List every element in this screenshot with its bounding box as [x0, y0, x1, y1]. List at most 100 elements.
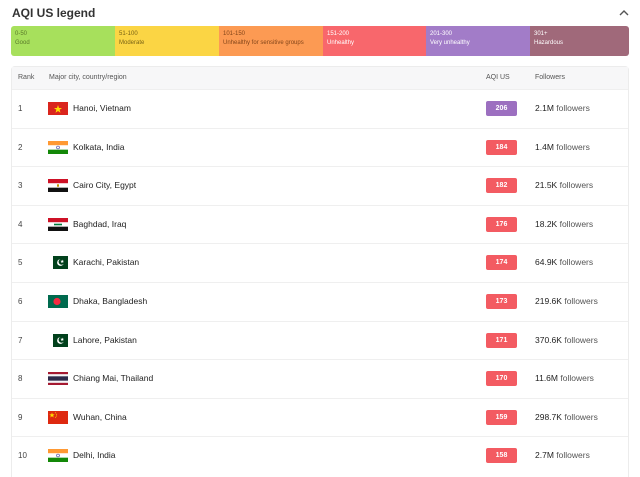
city-link[interactable]: Hanoi, Vietnam: [73, 103, 131, 113]
followers-count: 18.2K followers: [535, 219, 593, 229]
legend-range: 0-50: [15, 31, 28, 37]
aqi-badge: 206: [486, 101, 517, 116]
legend-segment-moderate: 51-100 Moderate: [115, 26, 219, 56]
followers-count: 298.7K followers: [535, 412, 598, 422]
aqi-badge: 159: [486, 409, 517, 425]
row-rank: 6: [18, 297, 23, 306]
followers-number: 298.7K: [535, 411, 562, 422]
header-city: Major city, country/region: [49, 74, 127, 81]
table-row[interactable]: 4 Baghdad, Iraq 176 18.2K followers: [12, 204, 628, 243]
bangladesh-flag-icon: [48, 295, 68, 308]
followers-number: 21.5K: [535, 180, 558, 191]
followers-number: 11.6M: [535, 373, 558, 384]
followers-count: 1.4M followers: [535, 142, 590, 152]
aqi-badge: 182: [486, 178, 517, 194]
china-flag-icon: [48, 410, 68, 424]
city-link[interactable]: Karachi, Pakistan: [73, 257, 139, 267]
city-link[interactable]: Delhi, India: [73, 450, 116, 460]
followers-count: 2.7M followers: [535, 450, 590, 460]
followers-suffix: followers: [556, 141, 590, 152]
followers-suffix: followers: [556, 450, 590, 461]
row-rank: 1: [18, 104, 23, 113]
row-rank: 5: [18, 258, 23, 268]
row-rank: 4: [18, 219, 23, 229]
legend-title: AQI US legend: [12, 6, 96, 20]
india-flag-icon: [48, 140, 68, 154]
city-ranking-table: Rank Major city, country/region AQI US F…: [11, 66, 629, 477]
header-aqi: AQI US: [486, 74, 510, 81]
table-row[interactable]: 8 Chiang Mai, Thailand 170 11.6M followers: [12, 359, 628, 397]
row-rank: 10: [18, 451, 27, 461]
aqi-badge: 173: [486, 294, 517, 309]
table-row[interactable]: 1 Hanoi, Vietnam 206 2.1M followers: [12, 89, 628, 127]
legend-segment-very-unhealthy: 201-300 Very unhealthy: [426, 26, 530, 56]
followers-suffix: followers: [559, 180, 594, 191]
aqi-legend-bar: 0-50 Good 51-100 Moderate 101-150 Unhealthy f…: [11, 26, 629, 56]
table-header: Rank Major city, country/region AQI US F…: [12, 67, 628, 89]
followers-suffix: followers: [560, 373, 594, 384]
legend-label: Hazardous: [534, 40, 564, 46]
city-link[interactable]: Baghdad, Iraq: [73, 219, 126, 229]
followers-count: 370.6K followers: [535, 335, 598, 345]
pakistan-flag-icon: [48, 333, 68, 347]
city-link[interactable]: Cairo City, Egypt: [73, 180, 136, 190]
legend-range: 151-200: [327, 31, 350, 37]
row-rank: 7: [18, 335, 23, 345]
followers-count: 2.1M followers: [535, 103, 590, 113]
followers-count: 21.5K followers: [535, 180, 593, 190]
legend-segment-unhealthy: 151-200 Unhealthy: [323, 26, 426, 56]
followers-number: 2.1M: [535, 103, 554, 113]
header-rank: Rank: [18, 74, 35, 81]
followers-number: 1.4M: [535, 141, 554, 152]
aqi-badge: 158: [486, 448, 517, 464]
city-link[interactable]: Chiang Mai, Thailand: [73, 373, 153, 383]
table-row[interactable]: 10 Delhi, India 158 2.7M followers: [12, 436, 628, 474]
followers-number: 64.9K: [535, 257, 558, 268]
iraq-flag-icon: [48, 217, 68, 231]
followers-suffix: followers: [564, 334, 598, 345]
legend-label: Unhealthy: [327, 40, 355, 46]
followers-suffix: followers: [564, 411, 598, 422]
followers-suffix: followers: [559, 218, 594, 229]
row-rank: 2: [18, 142, 23, 152]
table-row[interactable]: 7 Lahore, Pakistan 171 370.6K followers: [12, 320, 628, 359]
city-link[interactable]: Kolkata, India: [73, 142, 125, 152]
followers-number: 370.6K: [535, 334, 562, 345]
table-row[interactable]: 2 Kolkata, India 184 1.4M followers: [12, 127, 628, 166]
followers-suffix: followers: [556, 103, 590, 113]
aqi-badge: 174: [486, 255, 517, 271]
followers-count: 11.6M followers: [535, 373, 594, 383]
legend-segment-good: 0-50 Good: [11, 26, 115, 56]
followers-number: 2.7M: [535, 450, 554, 461]
city-link[interactable]: Wuhan, China: [73, 412, 127, 422]
legend-segment-unhealthy-for-sensitive-groups: 101-150 Unhealthy for sensitive groups: [219, 26, 323, 56]
row-rank: 3: [18, 181, 23, 191]
aqi-badge: 176: [486, 216, 517, 232]
followers-number: 219.6K: [535, 296, 562, 306]
aqi-badge: 171: [486, 332, 517, 348]
legend-label: Very unhealthy: [430, 40, 470, 46]
chevron-up-icon[interactable]: [616, 5, 632, 21]
aqi-badge: 184: [486, 139, 517, 155]
india-flag-icon: [48, 449, 68, 463]
table-row[interactable]: 9 Wuhan, China 159 298.7K followers: [12, 397, 628, 436]
thailand-flag-icon: [48, 372, 68, 386]
table-row[interactable]: 6 Dhaka, Bangladesh 173 219.6K followers: [12, 282, 628, 320]
pakistan-flag-icon: [48, 256, 68, 270]
table-row[interactable]: 5 Karachi, Pakistan 174 64.9K followers: [12, 243, 628, 281]
legend-range: 101-150: [223, 31, 246, 37]
legend-label: Unhealthy for sensitive groups: [223, 40, 304, 46]
vietnam-flag-icon: [48, 102, 68, 115]
city-link[interactable]: Dhaka, Bangladesh: [73, 296, 147, 306]
legend-label: Moderate: [119, 40, 145, 46]
legend-range: 51-100: [119, 31, 138, 37]
legend-label: Good: [15, 40, 30, 46]
legend-range: 201-300: [430, 31, 453, 37]
followers-count: 64.9K followers: [535, 257, 593, 267]
table-row[interactable]: 3 Cairo City, Egypt 182 21.5K followers: [12, 166, 628, 204]
followers-count: 219.6K followers: [535, 296, 598, 306]
row-rank: 9: [18, 412, 23, 422]
legend-header: AQI US legend: [0, 0, 640, 24]
city-link[interactable]: Lahore, Pakistan: [73, 335, 137, 345]
legend-range: 301+: [534, 31, 548, 37]
